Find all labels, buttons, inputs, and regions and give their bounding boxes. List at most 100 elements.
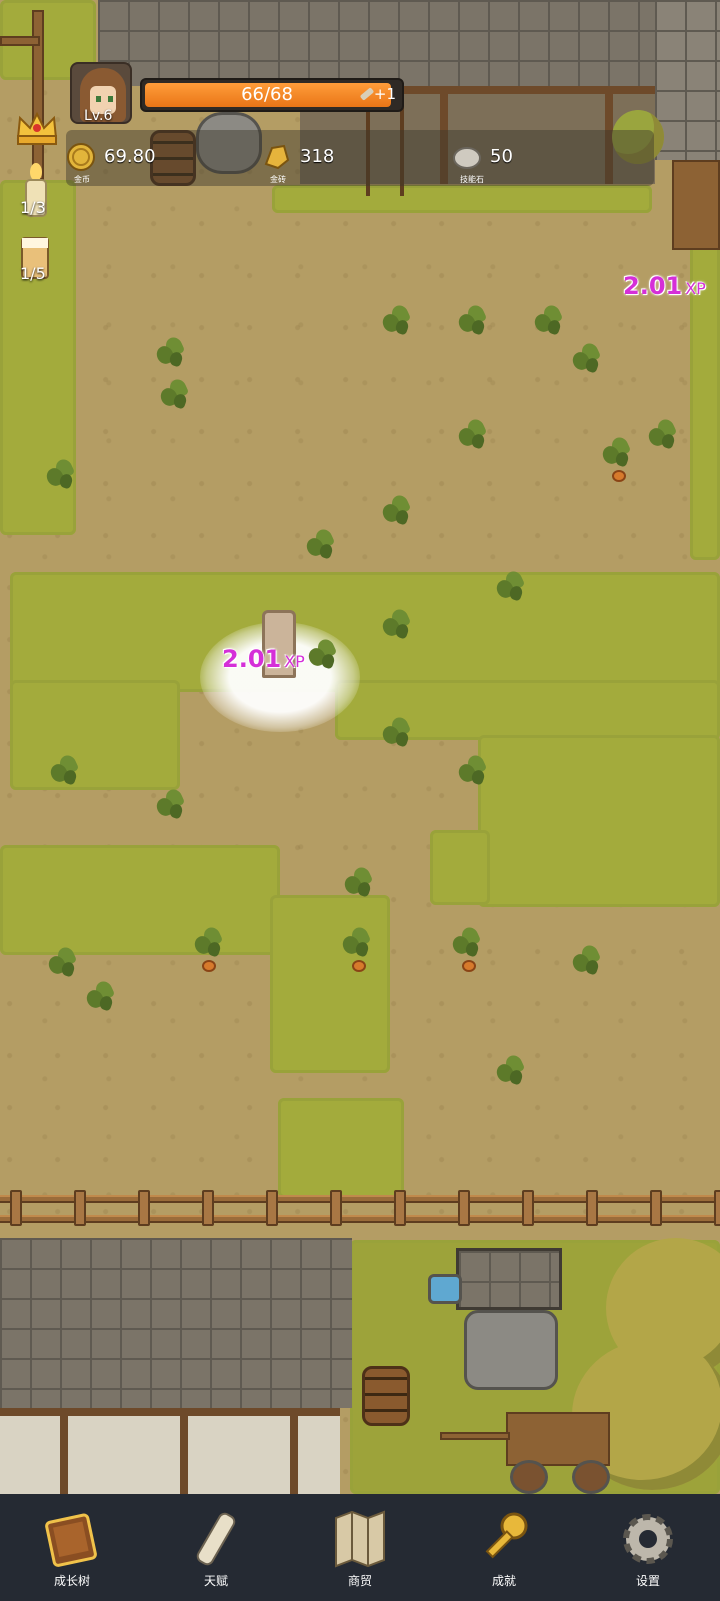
xp-popup-value: 2.01 bbox=[623, 272, 683, 300]
house-beam bbox=[0, 1408, 340, 1416]
key-icon bbox=[485, 1512, 528, 1559]
grass-patch bbox=[278, 1098, 404, 1198]
carrot bbox=[462, 960, 476, 972]
grass-patch bbox=[270, 895, 390, 1073]
crop-sprout bbox=[570, 948, 604, 978]
cart bbox=[506, 1412, 610, 1466]
fence-post bbox=[74, 1190, 86, 1226]
house-door bbox=[672, 160, 720, 250]
cart-wheel bbox=[572, 1460, 610, 1494]
crop-sprout bbox=[494, 574, 528, 604]
crop-sprout bbox=[340, 930, 374, 960]
crop-sprout bbox=[158, 382, 192, 412]
nav-growth-tree[interactable]: 成长树 bbox=[0, 1494, 144, 1601]
crop-sprout bbox=[456, 308, 490, 338]
crop-sprout bbox=[46, 950, 80, 980]
crop-sprout bbox=[342, 870, 376, 900]
grass-patch bbox=[10, 572, 720, 692]
crop-sprout bbox=[154, 792, 188, 822]
water-bucket bbox=[428, 1274, 462, 1304]
crop-sprout bbox=[646, 422, 680, 452]
map-icon bbox=[335, 1510, 385, 1568]
player-level: Lv.6 bbox=[84, 108, 113, 124]
xp-popup-value: 2.01 bbox=[222, 645, 282, 673]
xp-bonus: +1 bbox=[373, 85, 396, 103]
nav-achievement[interactable]: 成就 bbox=[432, 1494, 576, 1601]
crown-icon[interactable] bbox=[14, 108, 60, 148]
fence-post bbox=[138, 1190, 150, 1226]
resource-skill-stone[interactable]: 50 技能石 bbox=[452, 130, 592, 186]
crop-sprout bbox=[570, 346, 604, 376]
house-beam bbox=[290, 1416, 298, 1494]
house-wall bbox=[0, 1408, 340, 1494]
crop-sprout bbox=[532, 308, 566, 338]
resource-label: 金币 bbox=[74, 175, 90, 184]
grass-patch bbox=[272, 185, 652, 213]
house-roof bbox=[655, 0, 720, 160]
fence-rail-left bbox=[0, 36, 40, 46]
nav-settings[interactable]: 设置 bbox=[576, 1494, 720, 1601]
house-roof bbox=[0, 1238, 352, 1408]
coin-icon bbox=[67, 143, 95, 171]
fence-post bbox=[394, 1190, 406, 1226]
fence-post bbox=[10, 1190, 22, 1226]
resource-value: 50 bbox=[490, 146, 513, 167]
crop-sprout bbox=[494, 1058, 528, 1088]
crop-sprout bbox=[380, 720, 414, 750]
nav-label: 成就 bbox=[491, 1574, 516, 1588]
gear-icon bbox=[623, 1514, 673, 1564]
fence-rail bbox=[0, 1215, 720, 1223]
fence-post bbox=[522, 1190, 534, 1226]
stone-icon bbox=[453, 147, 481, 169]
fence-post bbox=[586, 1190, 598, 1226]
carrot bbox=[612, 470, 626, 482]
crop-sprout bbox=[306, 642, 340, 672]
well-roof bbox=[456, 1248, 562, 1310]
crop-sprout bbox=[154, 340, 188, 370]
xp-popup: 2.01 XP bbox=[623, 272, 706, 300]
grass-patch bbox=[0, 845, 280, 955]
crop-sprout bbox=[456, 758, 490, 788]
game-world[interactable]: 2.01 XP 2.01 XP bbox=[0, 0, 720, 1494]
nav-label: 设置 bbox=[635, 1574, 660, 1588]
fence-post bbox=[202, 1190, 214, 1226]
beer-count: 1/5 bbox=[20, 264, 46, 283]
crop-sprout bbox=[450, 930, 484, 960]
nav-talent[interactable]: 天赋 bbox=[144, 1494, 288, 1601]
gold-bar-icon bbox=[264, 144, 290, 170]
crop-sprout bbox=[380, 308, 414, 338]
fence-post bbox=[330, 1190, 342, 1226]
grass-patch bbox=[478, 735, 720, 907]
resource-gold-coin[interactable]: 69.80 金币 bbox=[66, 130, 226, 186]
candle-count: 1/3 bbox=[20, 198, 46, 217]
xp-popup-unit: XP bbox=[284, 652, 305, 671]
xp-bar-text: 66/68 bbox=[241, 84, 293, 105]
resource-gold-bar[interactable]: 318 金砖 bbox=[262, 130, 412, 186]
avatar-eye bbox=[108, 96, 113, 102]
avatar-eye bbox=[96, 96, 101, 102]
nav-trade[interactable]: 商贸 bbox=[288, 1494, 432, 1601]
book-icon bbox=[45, 1513, 97, 1567]
grass-patch bbox=[430, 830, 490, 905]
cart-handle bbox=[440, 1432, 510, 1440]
house-beam bbox=[180, 1416, 188, 1494]
crop-sprout bbox=[380, 498, 414, 528]
resource-value: 318 bbox=[300, 146, 335, 167]
crop-sprout bbox=[192, 930, 226, 960]
crop-sprout bbox=[456, 422, 490, 452]
crop-sprout bbox=[380, 612, 414, 642]
resource-label: 金砖 bbox=[270, 175, 286, 184]
crop-sprout bbox=[48, 758, 82, 788]
crop-sprout bbox=[600, 440, 634, 470]
resource-bar: 69.80 金币 318 金砖 50 技能石 bbox=[66, 130, 654, 186]
crop-sprout bbox=[304, 532, 338, 562]
fence-post bbox=[458, 1190, 470, 1226]
scroll-icon bbox=[196, 1512, 236, 1566]
resource-value: 69.80 bbox=[104, 146, 156, 167]
fence-post bbox=[714, 1190, 720, 1226]
carrot bbox=[202, 960, 216, 972]
nav-label: 成长树 bbox=[53, 1574, 90, 1588]
cart-wheel bbox=[510, 1460, 548, 1494]
bottom-nav: 成长树 天赋 商贸 成就 设置 bbox=[0, 1494, 720, 1601]
fence-post bbox=[266, 1190, 278, 1226]
